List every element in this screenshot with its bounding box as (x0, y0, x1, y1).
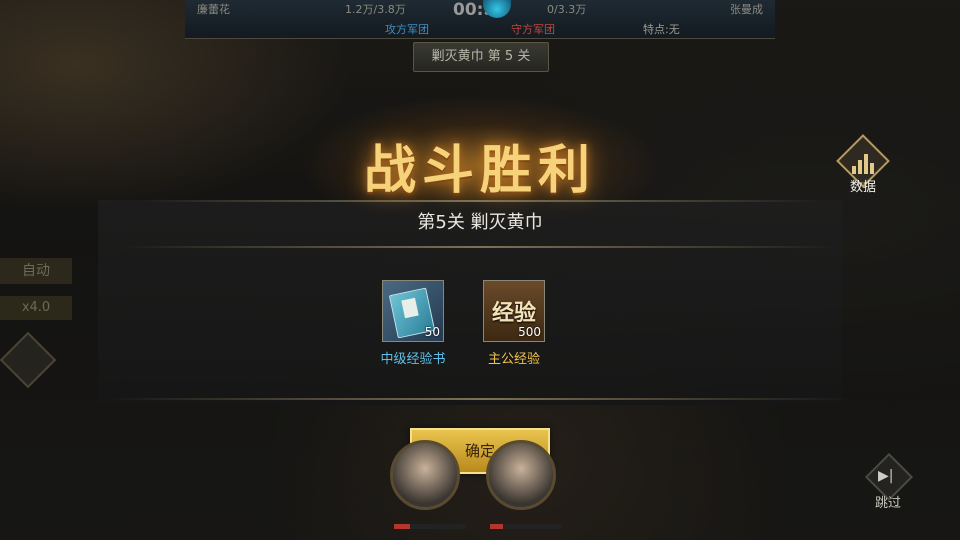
exp-icon: 经验 (491, 300, 536, 326)
hero-portrait (390, 440, 460, 510)
reward-count: 50 (424, 325, 440, 339)
victory-title: 战斗胜利 (363, 140, 596, 201)
stage-tab: 剿灭黄巾 第 5 关 (413, 42, 549, 72)
reward-name-book: 中级经验书 (380, 352, 446, 367)
auto-battle-button[interactable]: 自动 (0, 258, 72, 284)
reward-count: 500 (518, 325, 541, 339)
reward-item-book[interactable]: 50 (382, 280, 444, 342)
skip-button-label: 跳过 (874, 496, 901, 511)
data-button[interactable]: 数据 (836, 134, 890, 196)
hero-hp-bar (490, 524, 562, 529)
speed-button[interactable]: x4.0 (0, 296, 72, 320)
defender-label: 守方军团 (511, 23, 555, 36)
hero-hp-bar (394, 524, 466, 529)
defender-name: 张曼成 (730, 3, 763, 16)
bar-chart-icon (852, 152, 874, 174)
data-button-label: 数据 (849, 180, 876, 195)
reward-name-exp: 主公经验 (487, 352, 540, 367)
attacker-troops: 1.2万/3.8万 (345, 3, 406, 16)
skip-button[interactable]: ▶| 跳过 (860, 452, 916, 514)
battle-hud: 廉蕾花 1.2万/3.8万 0/3.3万 张曼成 攻方军团 守方军团 特点:无 … (185, 0, 775, 39)
panel-mid-divider (120, 246, 840, 248)
hero-portrait (486, 440, 556, 510)
attacker-name: 廉蕾花 (197, 3, 230, 16)
stage-subtitle: 第5关 剿灭黄巾 (417, 212, 543, 233)
panel-bottom-divider (110, 398, 850, 400)
reward-item-exp[interactable]: 经验 500 (483, 280, 545, 342)
trait-text: 特点:无 (643, 23, 680, 36)
hud-label-row: 攻方军团 守方军团 特点:无 (185, 19, 775, 37)
attacker-label: 攻方军团 (385, 23, 429, 36)
skip-icon: ▶| (878, 468, 894, 484)
defender-troops: 0/3.3万 (547, 3, 587, 16)
